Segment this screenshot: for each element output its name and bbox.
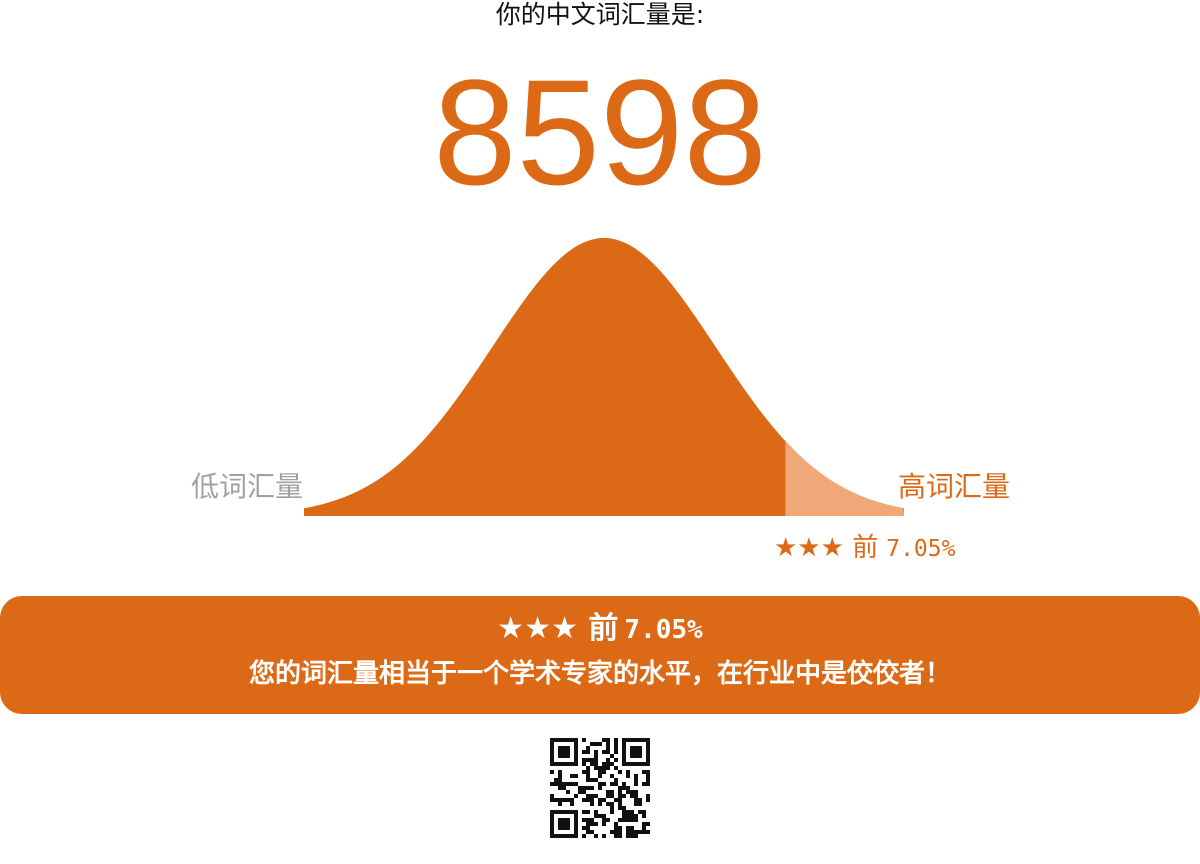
banner-rank: ★★★ 前 7.05% <box>0 609 1200 650</box>
qr-code <box>550 738 650 838</box>
low-vocabulary-label: 低词汇量 <box>191 470 304 503</box>
banner-rank-percent: 7.05% <box>624 615 703 645</box>
result-heading: 你的中文词汇量是: <box>495 0 705 29</box>
distribution-curve <box>304 238 904 516</box>
rank-stars: ★★★ <box>774 533 844 563</box>
vocabulary-score: 8598 <box>433 48 767 216</box>
rank-percent: 7.05% <box>886 536 956 562</box>
result-description: 您的词汇量相当于一个学术专家的水平，在行业中是佼佼者！ <box>248 659 951 689</box>
banner-stars: ★★★ <box>497 611 578 646</box>
high-vocabulary-label: 高词汇量 <box>898 470 1011 503</box>
result-banner: ★★★ 前 7.05% 您的词汇量相当于一个学术专家的水平，在行业中是佼佼者！ <box>0 596 1200 714</box>
percentile-tail-area <box>785 441 904 516</box>
banner-rank-prefix: 前 <box>588 611 619 646</box>
rank-prefix: 前 <box>852 533 879 563</box>
rank-indicator: ★★★ 前 7.05% <box>774 531 955 566</box>
